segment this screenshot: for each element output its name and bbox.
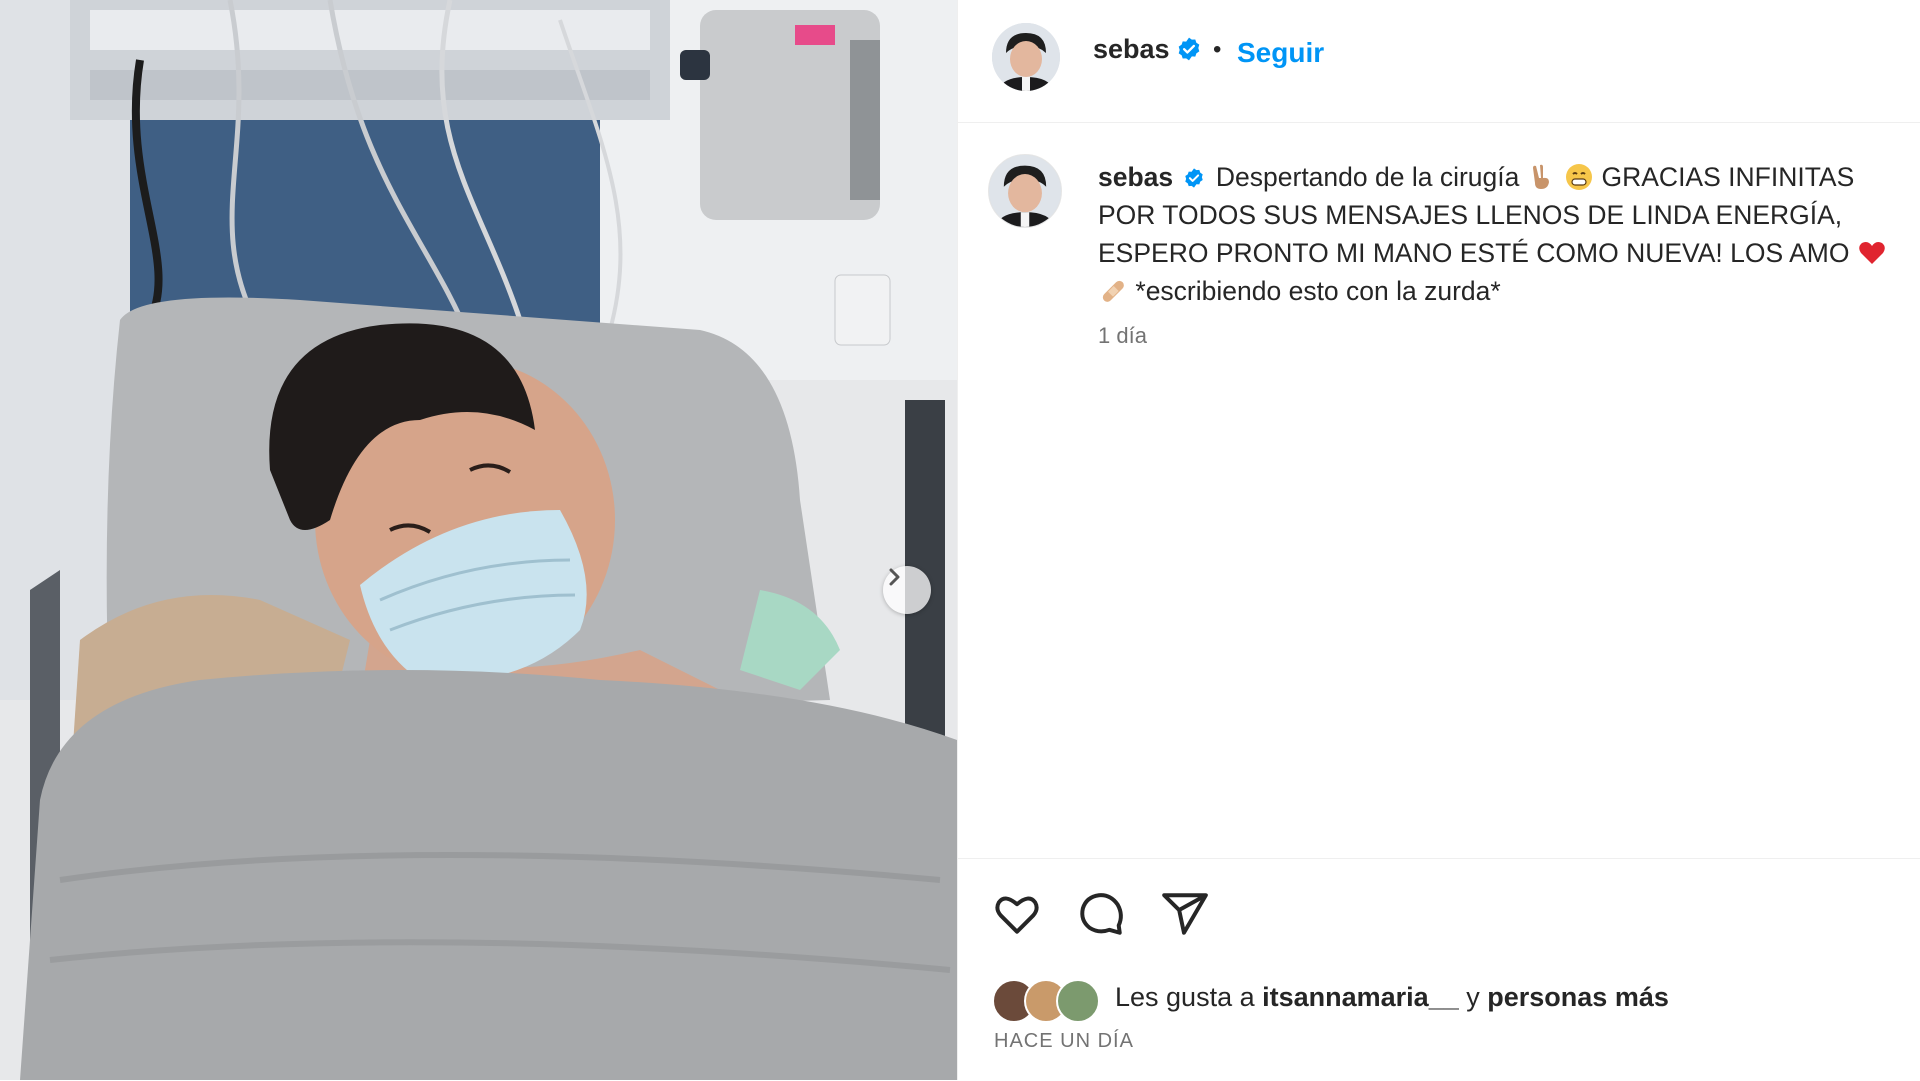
avatar[interactable] — [992, 23, 1060, 91]
share-icon[interactable] — [1160, 889, 1210, 939]
grimacing-face-emoji — [1566, 164, 1593, 190]
likes-connector: y — [1466, 982, 1480, 1012]
verified-badge-icon — [1178, 37, 1200, 61]
hospital-photo-illustration — [0, 0, 957, 1080]
post-header: sebas • Seguir — [958, 0, 1920, 123]
caption-text-part1: Despertando de la cirugía — [1215, 162, 1520, 192]
chevron-right-icon — [889, 568, 900, 586]
verified-badge-icon — [1184, 168, 1203, 188]
comment-icon[interactable] — [1076, 889, 1126, 939]
bandage-emoji — [1102, 280, 1124, 302]
follow-button[interactable]: Seguir — [1237, 37, 1324, 69]
post-caption: sebas Despertando de la cirugía GRACIAS … — [1098, 158, 1898, 310]
next-photo-button[interactable] — [883, 566, 931, 614]
caption-avatar[interactable] — [988, 154, 1062, 228]
avatar — [1056, 979, 1100, 1023]
likes-summary: Les gusta a itsannamaria__ y personas má… — [1115, 982, 1669, 1013]
caption-username[interactable]: sebas — [1098, 162, 1173, 192]
header-username[interactable]: sebas — [1093, 34, 1170, 65]
post-side-panel: sebas • Seguir sebas Despertando de la c… — [957, 0, 1920, 1080]
red-heart-emoji — [1859, 242, 1885, 264]
separator-dot: • — [1213, 36, 1222, 63]
post-modal: sebas • Seguir sebas Despertando de la c… — [0, 0, 1920, 1080]
heart-icon[interactable] — [992, 889, 1042, 939]
caption-time: 1 día — [1098, 323, 1147, 348]
post-photo[interactable] — [0, 0, 957, 1080]
profile-picture — [992, 23, 1060, 91]
likes-others-link[interactable]: personas más — [1487, 982, 1669, 1012]
liker-username[interactable]: itsannamaria__ — [1262, 982, 1459, 1012]
profile-picture — [989, 155, 1061, 227]
post-age[interactable]: HACE UN DÍA — [994, 1030, 1134, 1053]
victory-hand-emoji — [1532, 164, 1549, 189]
post-actions-bar: Les gusta a itsannamaria__ y personas má… — [958, 858, 1920, 1081]
likes-prefix: Les gusta a — [1115, 982, 1255, 1012]
liked-by-avatars[interactable] — [992, 979, 1100, 1023]
caption-text-part3: *escribiendo esto con la zurda* — [1135, 276, 1501, 306]
